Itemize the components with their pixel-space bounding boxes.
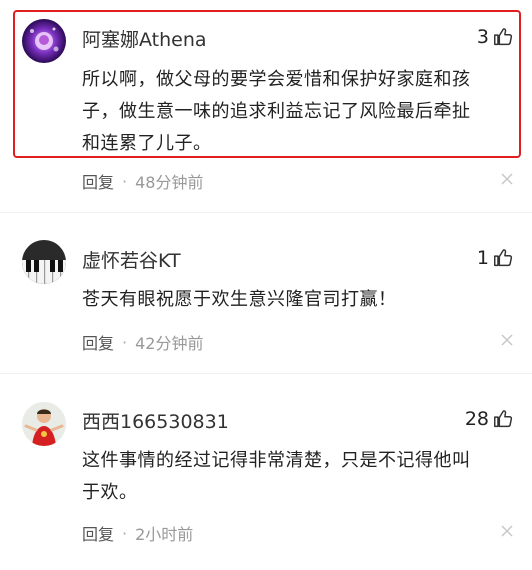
avatar[interactable] (22, 240, 66, 284)
like-count: 1 (476, 247, 489, 269)
like-button[interactable]: 28 (465, 408, 514, 430)
divider (0, 212, 532, 213)
username[interactable]: 虚怀若谷KT (82, 246, 181, 273)
thumbs-up-icon (494, 28, 513, 46)
comment-text-line: 和连累了儿子。 (82, 133, 212, 154)
comment-text-line: 子，做生意一味的追求利益忘记了风险最后牵扯 (82, 101, 471, 122)
timestamp: 48分钟前 (135, 173, 204, 192)
close-icon[interactable] (500, 524, 514, 538)
comment-text-line: 所以啊，做父母的要学会爱惜和保护好家庭和孩 (82, 69, 471, 90)
comment-meta: 回复 · 2小时前 (82, 521, 193, 545)
comment-text-line: 苍天有眼祝愿于欢生意兴隆官司打赢！ (82, 289, 397, 310)
comment-meta: 回复 · 42分钟前 (82, 330, 203, 354)
avatar[interactable] (22, 402, 66, 446)
comment-text: 苍天有眼祝愿于欢生意兴隆官司打赢！ (82, 284, 502, 316)
reply-button[interactable]: 回复 (82, 521, 114, 545)
comment-text-line: 这件事情的经过记得非常清楚，只是不记得他叫 (82, 450, 471, 471)
comment-text-line: 于欢。 (82, 482, 138, 503)
separator-dot: · (122, 332, 128, 352)
username[interactable]: 西西166530831 (82, 407, 229, 434)
comment-meta: 回复 · 48分钟前 (82, 169, 203, 193)
timestamp: 42分钟前 (135, 334, 204, 353)
separator-dot: · (122, 523, 128, 543)
divider (0, 373, 532, 374)
close-icon[interactable] (500, 172, 514, 186)
like-count: 28 (464, 408, 489, 430)
thumbs-up-icon (494, 410, 513, 428)
like-button[interactable]: 1 (477, 247, 514, 269)
like-count: 3 (476, 26, 489, 48)
reply-button[interactable]: 回复 (82, 169, 114, 193)
close-icon[interactable] (500, 333, 514, 347)
avatar[interactable] (22, 19, 66, 63)
reply-button[interactable]: 回复 (82, 330, 114, 354)
username[interactable]: 阿塞娜Athena (82, 25, 207, 52)
comment-text: 这件事情的经过记得非常清楚，只是不记得他叫 于欢。 (82, 445, 502, 509)
separator-dot: · (122, 171, 128, 191)
timestamp: 2小时前 (135, 525, 194, 544)
thumbs-up-icon (494, 249, 513, 267)
comment-text: 所以啊，做父母的要学会爱惜和保护好家庭和孩 子，做生意一味的追求利益忘记了风险最… (82, 64, 502, 160)
like-button[interactable]: 3 (477, 26, 514, 48)
